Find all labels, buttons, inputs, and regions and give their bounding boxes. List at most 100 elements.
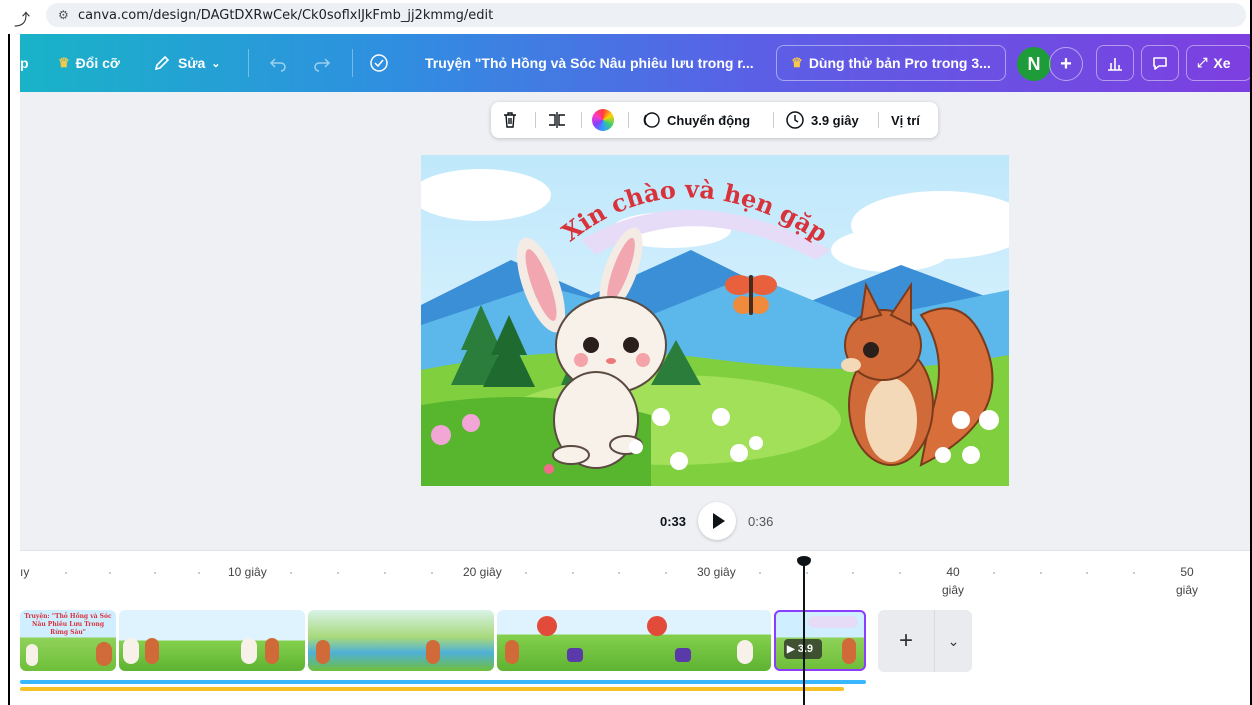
position-label: Vị trí [891, 112, 920, 128]
browser-back-fragment[interactable]: ⤴ [14, 6, 30, 30]
clip-thumbnail-squirrel [145, 638, 159, 664]
clip-thumbnail-squirrel [316, 640, 330, 664]
play-button[interactable] [698, 502, 737, 540]
try-pro-button[interactable]: ♛ Dùng thử bản Pro trong 3... [776, 45, 1006, 81]
ruler-label-number: 40 [946, 565, 960, 579]
ruler-tick [337, 572, 339, 574]
position-button[interactable]: Vị trí [891, 102, 920, 138]
plus-icon: + [1060, 52, 1072, 75]
ruler-label: 10 giây [228, 565, 267, 579]
ruler-label: ıy [20, 565, 30, 579]
clip-thumbnail-squirrel [426, 640, 440, 664]
resize-button[interactable]: ♛ Đổi cỡ [58, 34, 120, 92]
ruler-tick [431, 572, 433, 574]
comments-button[interactable] [1141, 45, 1179, 81]
header-left-fragment[interactable]: p [20, 34, 29, 92]
design-canvas[interactable]: Xin chào và hẹn gặp lại [421, 155, 1009, 486]
document-title-text: Truyện "Thỏ Hồng và Sóc Nâu phiêu lưu tr… [425, 55, 754, 71]
animate-button[interactable]: Chuyển động [641, 102, 750, 138]
ruler-tick [758, 572, 761, 574]
timeline-clip[interactable] [497, 610, 771, 671]
present-label: Xe [1213, 55, 1231, 71]
split-icon [549, 112, 565, 128]
ruler-tick [1039, 572, 1042, 574]
timeline-clip[interactable]: Truyện: "Thỏ Hồng và Sóc Nâu Phiêu Lưu T… [20, 610, 116, 671]
url-text[interactable]: canva.com/design/DAGtDXRwCek/Ck0soflxlJk… [78, 8, 493, 23]
pencil-icon [154, 55, 170, 71]
chevron-down-icon: ⌄ [211, 57, 221, 70]
header-left-fragment-label: p [20, 55, 29, 71]
document-title[interactable]: Truyện "Thỏ Hồng và Sóc Nâu phiêu lưu tr… [425, 34, 775, 92]
duration-button[interactable]: 3.9 giây [785, 102, 859, 138]
ruler-label-unit: giây [941, 583, 964, 597]
scene-illustration: Xin chào và hẹn gặp lại [421, 155, 1009, 486]
clip-thumbnail-bunny [737, 640, 753, 664]
cloud-check-icon [370, 54, 388, 72]
browser-address-bar: ⤴ ⚙ canva.com/design/DAGtDXRwCek/Ck0sofl… [0, 0, 1250, 34]
add-page-control: + ⌄ [878, 610, 972, 672]
edit-label: Sửa [178, 55, 206, 71]
playhead-line[interactable] [803, 562, 805, 705]
cloud-save-status[interactable] [368, 34, 390, 92]
color-button[interactable] [592, 102, 614, 138]
ruler-label-unit: giây [1175, 583, 1198, 597]
crown-icon: ♛ [791, 55, 803, 70]
expand-icon: ⤢ [1197, 55, 1208, 70]
current-time: 0:33 [660, 513, 687, 529]
audio-track-yellow[interactable] [20, 687, 844, 691]
header-divider [248, 49, 249, 77]
clip-caption: Truyện: "Thỏ Hồng và Sóc Nâu Phiêu Lưu T… [24, 613, 112, 636]
comment-icon [1153, 57, 1167, 70]
timeline-clip[interactable] [308, 610, 494, 671]
ruler-label: 50 giây [1172, 565, 1202, 597]
avatar[interactable]: N [1017, 47, 1051, 81]
chevron-down-icon: ⌄ [947, 632, 960, 649]
element-toolbar: Chuyển động 3.9 giây Vị trí [491, 102, 938, 138]
header-divider [352, 49, 353, 77]
insights-button[interactable] [1096, 45, 1134, 81]
total-time: 0:36 [748, 513, 774, 529]
undo-button[interactable] [268, 34, 288, 92]
redo-icon [314, 58, 331, 72]
audio-track-blue[interactable] [20, 680, 866, 684]
clip-thumbnail-apple-tree [647, 616, 667, 636]
playback-controls: 0:33 0:36 [660, 502, 773, 540]
toolbar-divider [878, 112, 879, 128]
site-settings-icon[interactable]: ⚙ [58, 8, 78, 22]
ruler-label-number: 50 [1180, 565, 1194, 579]
animate-icon [643, 112, 660, 128]
clip-thumbnail-banner [808, 616, 858, 628]
url-field[interactable]: ⚙ canva.com/design/DAGtDXRwCek/Ck0soflxl… [46, 3, 1246, 27]
ruler-tick [571, 572, 574, 574]
toolbar-divider [535, 112, 536, 128]
clock-icon [786, 111, 804, 129]
undo-icon [269, 58, 286, 72]
avatar-letter: N [1027, 53, 1041, 74]
ruler-label: 20 giây [463, 565, 502, 579]
timeline-clip[interactable] [119, 610, 305, 671]
play-icon [712, 513, 725, 529]
clip-thumbnail-squirrel [842, 638, 856, 664]
present-button[interactable]: ⤢ Xe [1186, 45, 1252, 81]
edit-menu-button[interactable]: Sửa ⌄ [152, 34, 220, 92]
add-page-button[interactable]: + [878, 610, 934, 672]
add-page-options-button[interactable]: ⌄ [934, 610, 972, 672]
crown-icon: ♛ [58, 55, 70, 70]
clip-thumbnail-bunny [26, 644, 38, 666]
clip-thumbnail-basket [567, 648, 583, 662]
delete-button[interactable] [501, 102, 519, 138]
duration-label: 3.9 giây [811, 112, 859, 128]
invite-button[interactable]: + [1049, 47, 1083, 81]
clip-thumbnail-bunny [123, 638, 139, 664]
clip-thumbnail-bunny [241, 638, 257, 664]
split-button[interactable] [547, 102, 567, 138]
toolbar-divider [628, 112, 629, 128]
editor-header: p ♛ Đổi cỡ Sửa ⌄ Truyện "Thỏ Hồng và Sóc… [20, 34, 1252, 92]
ruler-tick [290, 572, 292, 574]
window-left-edge [8, 34, 10, 705]
color-wheel-icon [592, 109, 614, 131]
toolbar-divider [773, 112, 774, 128]
redo-button[interactable] [312, 34, 332, 92]
animate-label: Chuyển động [667, 112, 751, 128]
ruler-tick [153, 572, 156, 574]
